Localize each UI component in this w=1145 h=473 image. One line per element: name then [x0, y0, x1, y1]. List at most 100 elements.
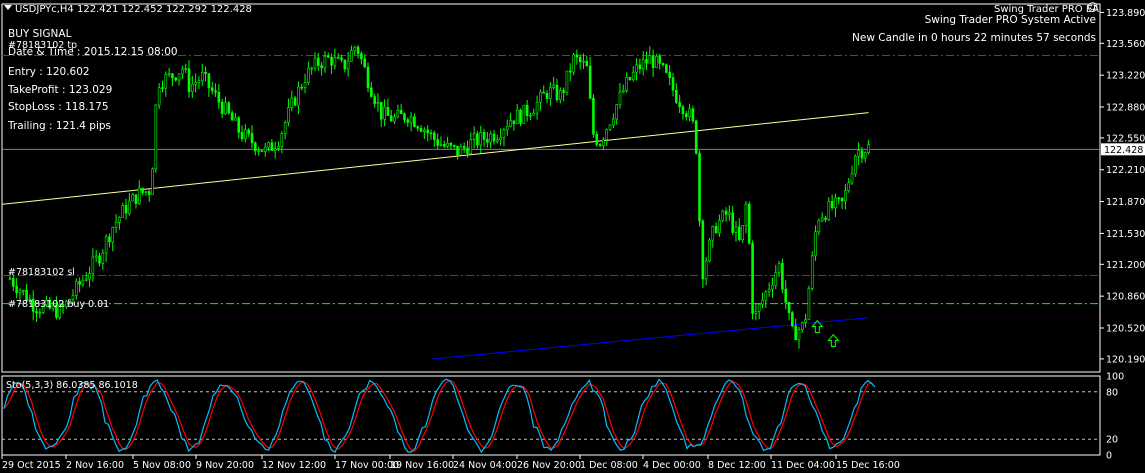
candle-body: [363, 58, 367, 68]
candle-body: [316, 57, 320, 66]
order-sl-label: #78183102 sl: [8, 267, 75, 278]
candle-body: [12, 278, 15, 287]
candle-body: [595, 133, 599, 145]
candle-body: [486, 139, 489, 143]
x-tick-label: 15 Dec 16:00: [836, 460, 900, 471]
candle-body: [161, 87, 164, 89]
candle-body: [184, 68, 187, 71]
candle-body: [588, 65, 592, 99]
candle-body: [625, 77, 628, 91]
stoch-tick-label: 100: [1106, 372, 1124, 383]
candle-body: [830, 201, 834, 209]
candle-body: [741, 225, 744, 240]
candle-body: [128, 200, 131, 214]
candle-body: [771, 284, 774, 290]
candle-body: [366, 66, 370, 89]
candle-body: [300, 86, 304, 89]
candle-body: [648, 55, 652, 64]
candle-body: [545, 92, 549, 99]
stoch-tick-label: 0: [1106, 451, 1112, 462]
candle-body: [164, 74, 168, 89]
candle-body: [419, 127, 423, 132]
candle-body: [549, 87, 552, 99]
candle-body: [409, 116, 413, 123]
candle-body: [449, 142, 453, 146]
candle-body: [817, 220, 821, 233]
x-tick-label: 9 Nov 20:00: [196, 460, 254, 471]
candle-body: [757, 303, 761, 312]
candle-body: [194, 82, 197, 85]
y-tick-label: 123.890: [1106, 8, 1145, 19]
candle-body: [714, 226, 718, 234]
candle-body: [612, 118, 615, 126]
candle-body: [608, 124, 612, 130]
y-tick-label: 123.560: [1106, 39, 1145, 50]
candle-body: [429, 132, 433, 135]
x-tick-label: 19 Nov 16:00: [390, 460, 454, 471]
y-tick-label: 123.220: [1106, 71, 1145, 82]
candle-body: [108, 236, 111, 243]
candle-body: [386, 106, 390, 116]
candle-body: [244, 129, 247, 140]
candle-body: [698, 152, 701, 222]
candle-body: [340, 57, 343, 61]
x-tick-label: 29 Oct 2015: [2, 460, 61, 471]
candle-body: [118, 217, 121, 223]
candle-body: [287, 107, 290, 123]
signal-entry: Entry : 120.602: [8, 66, 90, 78]
stochastic-label: Sto(5,3,3) 86.0385 86.1018: [6, 380, 138, 391]
candle-body: [353, 46, 357, 51]
candle-body: [466, 147, 469, 154]
candle-body: [472, 133, 476, 140]
symbol-dropdown-icon[interactable]: [4, 5, 12, 10]
candle-body: [84, 278, 88, 281]
candle-body: [250, 133, 254, 144]
candle-body: [529, 114, 532, 117]
y-tick-label: 122.210: [1106, 165, 1145, 176]
candle-body: [499, 137, 502, 141]
candle-body: [114, 222, 118, 228]
candle-body: [81, 279, 85, 285]
ea-status: Swing Trader PRO System Active: [924, 14, 1096, 26]
candle-body: [227, 102, 231, 114]
candle-body: [558, 90, 562, 101]
candle-body: [230, 112, 234, 121]
candle-body: [572, 54, 575, 73]
x-tick-label: 24 Nov 04:00: [453, 460, 517, 471]
y-tick-label: 122.550: [1106, 133, 1145, 144]
candle-body: [515, 109, 519, 125]
y-tick-label: 121.200: [1106, 260, 1145, 271]
candle-body: [98, 255, 101, 264]
candle-body: [684, 113, 688, 117]
candle-body: [747, 203, 751, 244]
candle-body: [290, 97, 294, 108]
signal-takeprofit: TakeProfit : 123.029: [8, 84, 113, 96]
y-tick-label: 120.520: [1106, 323, 1145, 334]
candle-body: [691, 108, 695, 122]
candle-body: [403, 113, 406, 121]
candle-body: [496, 139, 499, 142]
candle-body: [651, 55, 655, 69]
candle-body: [399, 110, 403, 114]
candle-body: [224, 102, 227, 115]
candle-body: [850, 173, 854, 184]
smiley-icon: ☺: [1087, 1, 1099, 14]
candle-body: [191, 83, 194, 92]
candle-body: [592, 97, 595, 135]
candle-body: [442, 144, 446, 147]
candle-body: [857, 150, 860, 157]
candle-body: [469, 139, 473, 154]
chart-svg[interactable]: 123.890 123.560 123.220 122.880 122.550 122.2…: [0, 0, 1145, 473]
candle-body: [21, 289, 25, 292]
candle-body: [509, 120, 512, 127]
y-tick-label: 120.860: [1106, 292, 1145, 303]
candle-body: [174, 77, 178, 81]
candle-body: [774, 272, 778, 286]
candle-body: [582, 60, 585, 63]
candle-body: [131, 194, 134, 202]
candle-body: [313, 57, 317, 69]
candle-body: [436, 139, 439, 146]
candle-body: [38, 312, 42, 314]
candle-body: [207, 73, 211, 89]
candle-body: [605, 129, 609, 140]
